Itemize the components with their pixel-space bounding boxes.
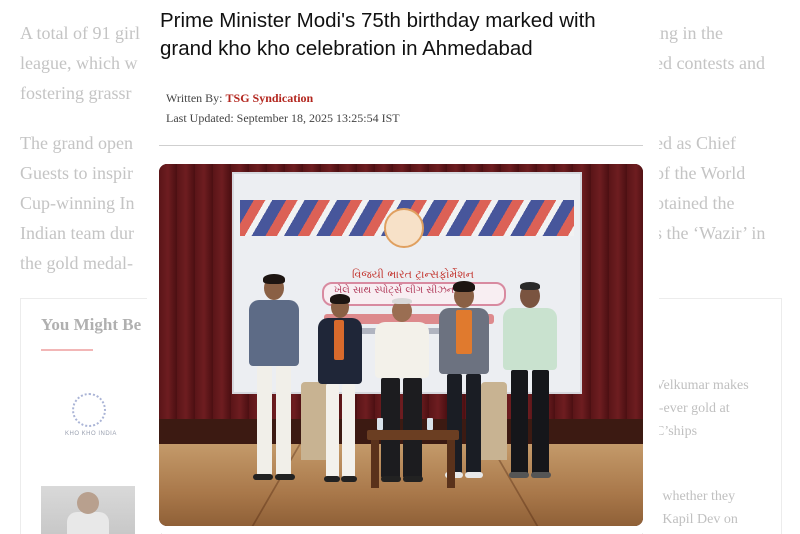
person-hair xyxy=(330,294,350,304)
logo-emblem-icon xyxy=(72,393,106,427)
related-link-1[interactable]: Velkumar makes t-ever gold at C’ships xyxy=(655,374,749,443)
bg-line: s the ‘Wazir’ in xyxy=(655,223,766,243)
water-glass xyxy=(377,418,383,430)
bg-line: ing in the xyxy=(655,23,723,43)
byline: Written By: TSG Syndication xyxy=(166,91,313,106)
person-1 xyxy=(243,274,303,486)
article-headline: Prime Minister Modi's 75th birthday mark… xyxy=(160,9,596,60)
person-legs xyxy=(509,370,551,478)
bg-line: Guests to inspir xyxy=(20,163,134,183)
related-link-line: Velkumar makes xyxy=(655,378,749,393)
bg-line: The grand open xyxy=(20,133,133,153)
person-shirt xyxy=(334,320,344,360)
written-by-label: Written By: xyxy=(166,91,226,105)
related-links-card: Velkumar makes t-ever gold at C’ships : … xyxy=(642,298,782,534)
thumbnail-figure-head xyxy=(77,492,99,514)
person-shoe xyxy=(324,476,340,482)
event-logo-icon xyxy=(384,208,424,248)
person-shirt xyxy=(456,310,472,354)
person-legs xyxy=(253,366,295,480)
kho-kho-india-logo[interactable]: KHO KHO INDIA xyxy=(65,393,117,437)
bg-line: ed as Chief xyxy=(655,133,736,153)
person-leg xyxy=(342,384,355,478)
person-leg xyxy=(276,366,291,476)
person-shoe xyxy=(341,476,357,482)
you-might-be-heading: You Might Be xyxy=(41,315,142,334)
person-hair xyxy=(263,274,285,284)
logo-caption: KHO KHO INDIA xyxy=(65,431,117,437)
person-leg xyxy=(326,384,339,478)
bg-line: otained the xyxy=(655,193,735,213)
bg-line: of the World xyxy=(655,163,746,183)
table-leg xyxy=(371,440,379,488)
person-shoe xyxy=(531,472,551,478)
center-table xyxy=(367,418,459,488)
person-leg xyxy=(257,366,272,476)
person-leg xyxy=(532,370,549,474)
bg-line: Cup-winning In xyxy=(20,193,135,213)
person-torso xyxy=(249,300,299,366)
related-link-line: C’ships xyxy=(655,424,698,439)
water-glass xyxy=(427,418,433,430)
related-link-line: : Kapil Dev on xyxy=(655,512,738,527)
bg-paragraph-1-left: A total of 91 girl league, which w foste… xyxy=(20,18,140,108)
article-photo: વિજયી ભારત ટ્રાન્સફોર્મેશન ખેલે સાથ સ્પો… xyxy=(159,164,643,526)
person-shoe xyxy=(465,472,483,478)
person-leg xyxy=(511,370,528,474)
screen-title: વિજયી ભારત ટ્રાન્સફોર્મેશન xyxy=(352,268,474,281)
person-shoe xyxy=(253,474,273,480)
related-link-line: t-ever gold at xyxy=(655,401,730,416)
bg-line: league, which w xyxy=(20,53,138,73)
bg-paragraph-2-right: ed as Chief of the World otained the s t… xyxy=(655,128,765,248)
person-shoe xyxy=(275,474,295,480)
bg-paragraph-1-right: ing in the ed contests and xyxy=(655,18,765,78)
related-link-line: : whether they xyxy=(655,489,736,504)
heading-underline xyxy=(41,349,93,351)
person-legs xyxy=(324,384,357,482)
divider xyxy=(159,145,643,146)
person-hair xyxy=(520,282,540,290)
thumbnail-figure-body xyxy=(67,512,109,534)
author-link[interactable]: TSG Syndication xyxy=(226,91,314,105)
person-torso xyxy=(375,322,429,378)
bg-line: the gold medal- xyxy=(20,253,133,273)
bg-paragraph-2-left: The grand open Guests to inspir Cup-winn… xyxy=(20,128,135,278)
you-might-be-card: You Might Be KHO KHO INDIA xyxy=(20,298,162,534)
person-2 xyxy=(314,294,366,486)
bg-line: Indian team dur xyxy=(20,223,134,243)
person-torso xyxy=(503,308,557,370)
bg-line: ed contests and xyxy=(655,53,765,73)
person-shoe xyxy=(509,472,529,478)
person-hair xyxy=(453,281,475,292)
article-popup: Prime Minister Modi's 75th birthday mark… xyxy=(147,0,659,533)
bg-line: fostering grassr xyxy=(20,83,132,103)
last-updated: Last Updated: September 18, 2025 13:25:5… xyxy=(166,111,400,125)
person-5 xyxy=(499,282,561,484)
article-thumbnail[interactable] xyxy=(41,486,135,534)
person-hair xyxy=(392,298,412,304)
bg-line: A total of 91 girl xyxy=(20,23,140,43)
table-top xyxy=(367,430,459,440)
related-link-2[interactable]: : whether they : Kapil Dev on xyxy=(655,485,738,531)
table-leg xyxy=(447,440,455,488)
person-leg xyxy=(466,374,481,474)
